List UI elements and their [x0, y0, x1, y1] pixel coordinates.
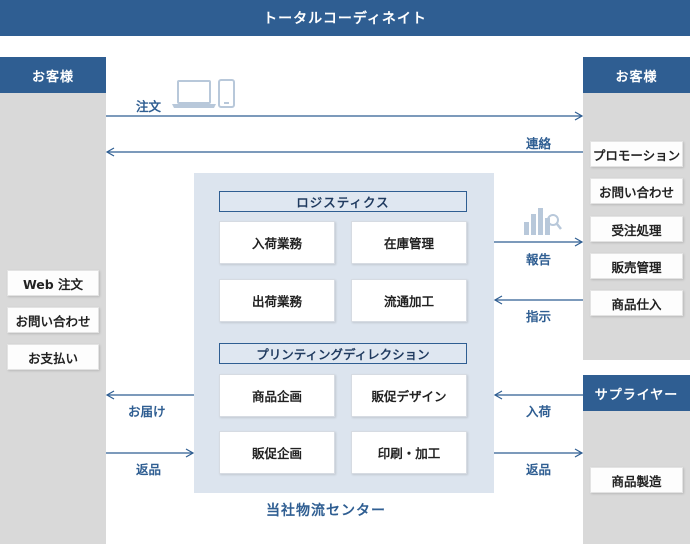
smartphone-icon [218, 79, 235, 108]
laptop-icon [172, 80, 216, 108]
label-return-left: 返品 [136, 462, 162, 477]
bar-chart-magnifier-icon [524, 208, 562, 235]
label-return-right: 返品 [526, 462, 552, 477]
label-report: 報告 [526, 252, 552, 267]
label-delivery: お届け [128, 404, 166, 419]
label-contact: 連絡 [526, 136, 552, 151]
arrows-layer [105, 79, 584, 458]
label-arrival: 入荷 [526, 404, 552, 419]
label-instruction: 指示 [526, 309, 552, 324]
label-order: 注文 [136, 99, 162, 114]
